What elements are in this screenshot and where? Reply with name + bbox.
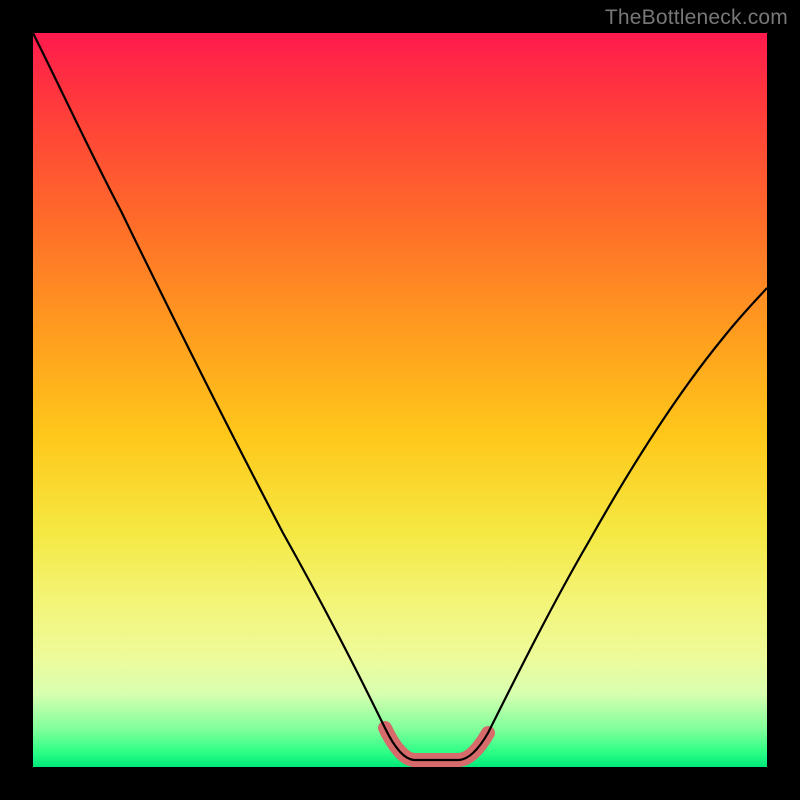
plot-area <box>33 33 767 767</box>
bottleneck-curve-path <box>33 33 767 760</box>
watermark-text: TheBottleneck.com <box>605 6 788 30</box>
chart-frame: TheBottleneck.com <box>0 0 800 800</box>
chart-svg <box>33 33 767 767</box>
optimal-zone-path <box>385 728 488 760</box>
